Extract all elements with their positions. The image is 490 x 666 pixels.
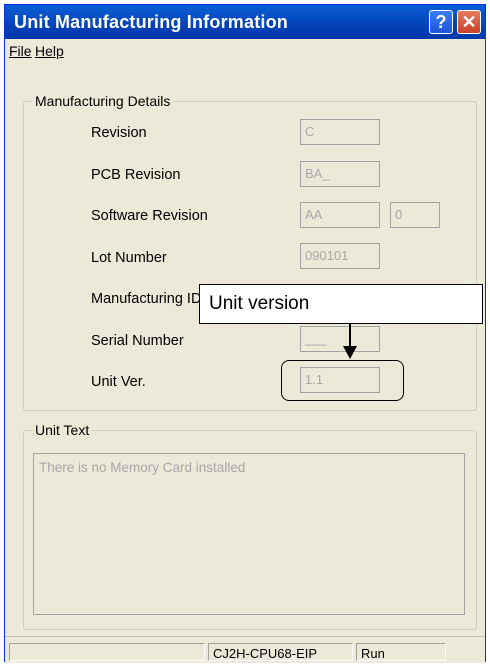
unit-ver-highlight	[281, 360, 404, 401]
callout-arrow	[343, 324, 357, 359]
